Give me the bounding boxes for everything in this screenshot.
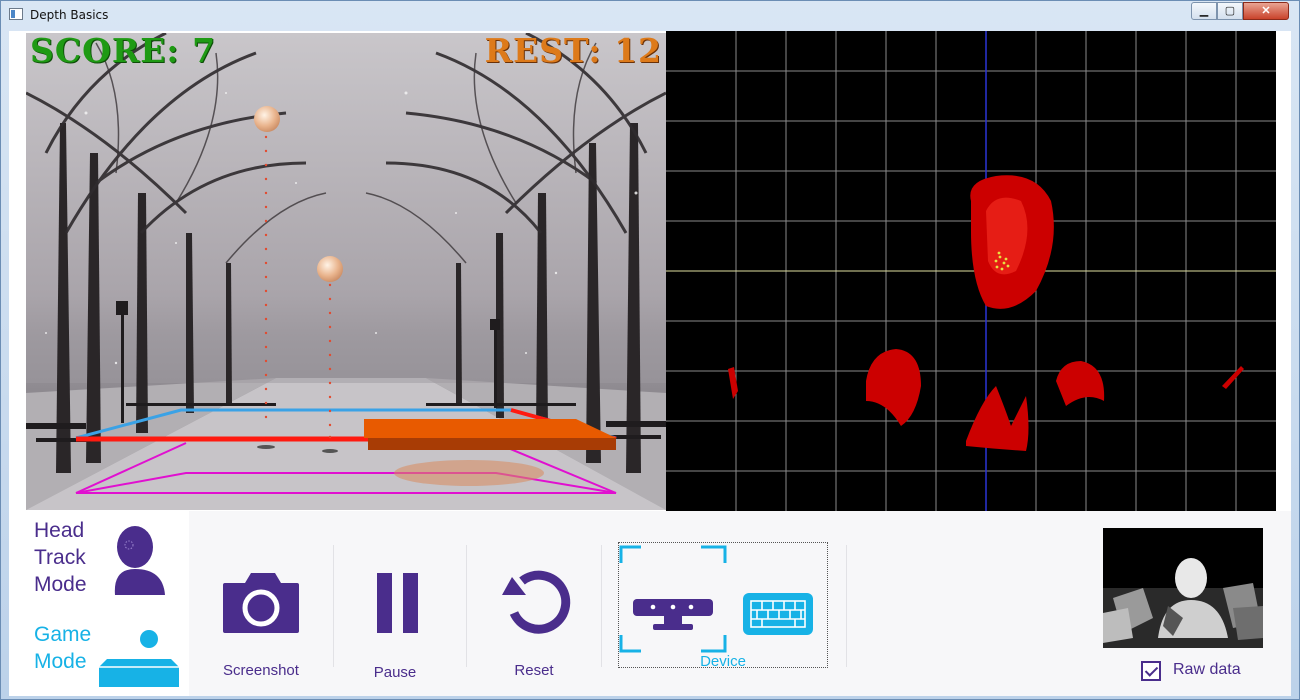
depth-grid bbox=[666, 31, 1276, 511]
head-track-label-line1: Head bbox=[34, 519, 85, 542]
head-track-label-line2: Track bbox=[34, 546, 86, 569]
toolbar-divider bbox=[333, 545, 334, 667]
minimize-icon: ▁ bbox=[1199, 5, 1209, 17]
toolbar-divider bbox=[466, 545, 467, 667]
ball-far bbox=[254, 106, 280, 132]
device-selector[interactable]: Device bbox=[618, 542, 828, 670]
close-button[interactable]: ✕ bbox=[1243, 2, 1289, 20]
window-title: Depth Basics bbox=[30, 8, 109, 22]
control-panel: Head Track Mode Game Mode Screenshot Pau… bbox=[9, 511, 1291, 696]
maximize-icon: ▢ bbox=[1224, 5, 1236, 17]
score-text: SCORE: 7 bbox=[30, 33, 217, 70]
pause-icon bbox=[377, 573, 418, 633]
raw-data-checkbox[interactable] bbox=[1141, 661, 1161, 681]
maximize-button[interactable]: ▢ bbox=[1217, 2, 1243, 20]
device-label: Device bbox=[700, 653, 746, 670]
app-window-icon bbox=[9, 8, 23, 20]
toolbar: Screenshot Pause Reset Device Raw data bbox=[189, 511, 1291, 696]
pause-button[interactable]: Pause bbox=[335, 551, 455, 681]
screenshot-label: Screenshot bbox=[223, 662, 299, 679]
pause-label: Pause bbox=[373, 664, 417, 681]
head-track-label-line3: Mode bbox=[34, 573, 87, 596]
screenshot-button[interactable]: Screenshot bbox=[201, 551, 321, 681]
keyboard-icon bbox=[743, 593, 813, 635]
head-track-mode-label[interactable]: Head Track Mode bbox=[34, 517, 109, 598]
raw-data-label[interactable]: Raw data bbox=[1173, 661, 1241, 679]
ball-near bbox=[317, 256, 343, 282]
toolbar-divider bbox=[601, 545, 602, 667]
camera-icon bbox=[223, 573, 299, 633]
minimize-button[interactable]: ▁ bbox=[1191, 2, 1217, 20]
mode-selector: Head Track Mode Game Mode bbox=[9, 511, 190, 696]
title-bar: Depth Basics ▁ ▢ ✕ bbox=[1, 1, 1299, 29]
toolbar-divider bbox=[846, 545, 847, 667]
head-bust-icon[interactable] bbox=[107, 525, 169, 595]
kinect-sensor-icon bbox=[633, 599, 713, 630]
close-icon: ✕ bbox=[1261, 5, 1271, 17]
reset-button[interactable]: Reset bbox=[474, 551, 594, 681]
game-view: SCORE: 7 REST: 12 bbox=[26, 33, 666, 510]
game-scene bbox=[26, 33, 666, 510]
ball-paddle-icon[interactable] bbox=[97, 629, 181, 693]
reset-label: Reset bbox=[514, 662, 554, 679]
client-area: SCORE: 7 REST: 12 Head Track Mode Game M… bbox=[9, 31, 1291, 696]
reset-icon bbox=[502, 570, 571, 634]
rest-text: REST: 12 bbox=[484, 33, 662, 70]
depth-view bbox=[666, 31, 1276, 511]
raw-depth-thumbnail bbox=[1103, 528, 1263, 648]
app-window: Depth Basics ▁ ▢ ✕ SCORE: 7 REST: 12 Hea… bbox=[0, 0, 1300, 700]
